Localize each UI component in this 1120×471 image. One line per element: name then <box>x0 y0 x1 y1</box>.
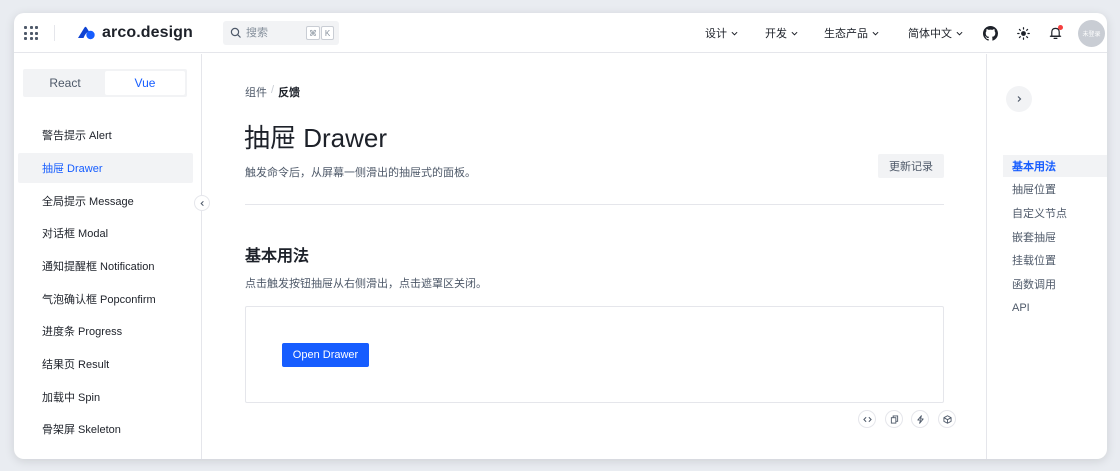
section-description: 点击触发按钮抽屉从右侧滑出，点击遮罩区关闭。 <box>245 278 487 290</box>
sidebar-item-notification[interactable]: 通知提醒框 Notification <box>18 251 193 281</box>
toc-item-basic-usage[interactable]: 基本用法 <box>1003 155 1107 177</box>
kbd-cmd: ⌘ <box>306 26 320 40</box>
toc-item-custom-node[interactable]: 自定义节点 <box>1003 202 1107 224</box>
logo-text: arco.design <box>102 24 193 41</box>
lightning-icon[interactable] <box>911 410 929 428</box>
demo-box: Open Drawer <box>245 306 944 403</box>
app-window: arco.design ⌘ K 设计 开发 生态产品 简体中文 <box>14 13 1107 459</box>
sidebar-item-modal[interactable]: 对话框 Modal <box>18 218 193 248</box>
menu-ecosystem-label: 生态产品 <box>824 28 868 40</box>
arco-logo-icon <box>78 26 95 40</box>
sidebar-item-spin[interactable]: 加载中 Spin <box>18 382 193 412</box>
changelog-button[interactable]: 更新记录 <box>878 154 944 178</box>
breadcrumb: 组件 / 反馈 <box>245 84 300 100</box>
framework-vue[interactable]: Vue <box>105 71 185 95</box>
menu-language[interactable]: 简体中文 <box>908 13 963 53</box>
toc-item-api[interactable]: API <box>1003 297 1107 319</box>
section-title: 基本用法 <box>245 248 310 265</box>
main-content: 组件 / 反馈 抽屉 Drawer 触发命令后，从屏幕一侧滑出的抽屉式的面板。 … <box>203 54 986 459</box>
search-input[interactable] <box>246 27 296 39</box>
codesandbox-icon[interactable] <box>938 410 956 428</box>
framework-switch: React Vue <box>23 69 187 97</box>
menu-design[interactable]: 设计 <box>705 13 738 53</box>
search-box[interactable]: ⌘ K <box>223 21 339 45</box>
github-icon[interactable] <box>981 24 999 42</box>
toc-item-nested-drawer[interactable]: 嵌套抽屉 <box>1003 226 1107 248</box>
menu-design-label: 设计 <box>705 28 727 40</box>
top-navbar: arco.design ⌘ K 设计 开发 生态产品 简体中文 <box>14 13 1107 53</box>
breadcrumb-current: 反馈 <box>278 87 301 99</box>
menu-language-label: 简体中文 <box>908 28 952 40</box>
sun-icon[interactable] <box>1014 24 1032 42</box>
arco-logo[interactable]: arco.design <box>77 23 193 43</box>
open-drawer-button[interactable]: Open Drawer <box>282 343 369 367</box>
chevron-right-icon <box>1017 96 1022 102</box>
notification-dot <box>1058 25 1063 30</box>
framework-react[interactable]: React <box>25 71 105 95</box>
app-grid-icon[interactable] <box>24 26 38 40</box>
menu-develop[interactable]: 开发 <box>765 13 798 53</box>
sidebar-item-drawer[interactable]: 抽屉 Drawer <box>18 153 193 183</box>
page-description: 触发命令后，从屏幕一侧滑出的抽屉式的面板。 <box>245 167 476 179</box>
toc-item-function-call[interactable]: 函数调用 <box>1003 273 1107 295</box>
bell-icon[interactable] <box>1046 24 1064 42</box>
kbd-k: K <box>321 26 334 40</box>
navbar-divider <box>54 25 55 41</box>
sidebar-item-result[interactable]: 结果页 Result <box>18 349 193 379</box>
menu-ecosystem[interactable]: 生态产品 <box>824 13 879 53</box>
toc-item-drawer-position[interactable]: 抽屉位置 <box>1003 178 1107 200</box>
toc-item-mount-position[interactable]: 挂载位置 <box>1003 249 1107 271</box>
search-icon <box>230 27 241 38</box>
divider <box>245 204 944 205</box>
sidebar-item-message[interactable]: 全局提示 Message <box>18 186 193 216</box>
copy-icon[interactable] <box>885 410 903 428</box>
breadcrumb-item[interactable]: 组件 <box>245 84 267 100</box>
sidebar-item-progress[interactable]: 进度条 Progress <box>18 316 193 346</box>
sidebar-item-popconfirm[interactable]: 气泡确认框 Popconfirm <box>18 284 193 314</box>
left-sidebar: React Vue 警告提示 Alert 抽屉 Drawer 全局提示 Mess… <box>14 54 202 459</box>
chevron-down-icon <box>791 31 798 36</box>
sidebar-item-alert[interactable]: 警告提示 Alert <box>18 120 193 150</box>
chevron-down-icon <box>731 31 738 36</box>
right-anchor-nav: 基本用法 抽屉位置 自定义节点 嵌套抽屉 挂载位置 函数调用 API <box>986 54 1107 459</box>
chevron-down-icon <box>872 31 879 36</box>
sidebar-collapse-button[interactable] <box>194 195 210 211</box>
avatar[interactable]: 未登录 <box>1078 20 1105 47</box>
chevron-left-icon <box>199 200 204 206</box>
menu-develop-label: 开发 <box>765 28 787 40</box>
breadcrumb-separator: / <box>271 84 275 96</box>
toc-toggle-button[interactable] <box>1006 86 1032 112</box>
sidebar-item-skeleton[interactable]: 骨架屏 Skeleton <box>18 414 193 444</box>
page-title: 抽屉 Drawer <box>244 123 388 153</box>
chevron-down-icon <box>956 31 963 36</box>
code-icon[interactable] <box>858 410 876 428</box>
